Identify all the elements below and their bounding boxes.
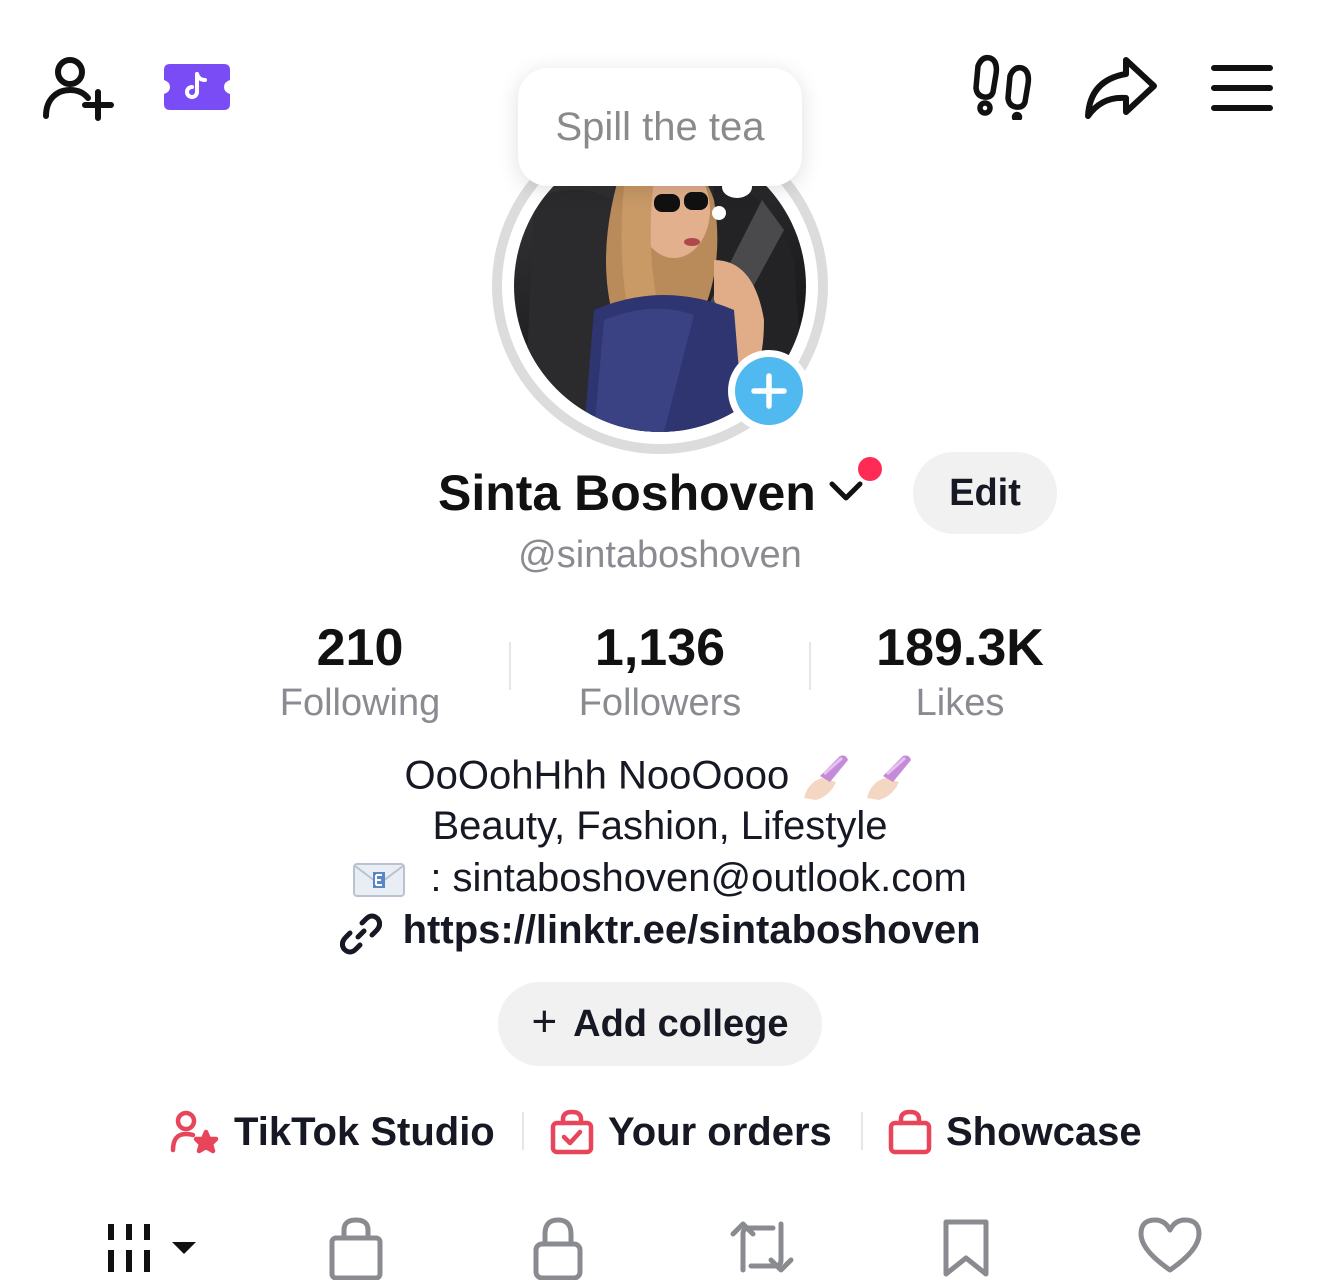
showcase-shortcut[interactable]: Showcase: [888, 1104, 1142, 1160]
stat-value: 210: [316, 619, 404, 677]
tiktok-ticket-button[interactable]: [162, 62, 232, 112]
videos-grid-icon: [104, 1214, 200, 1284]
edit-profile-button[interactable]: Edit: [913, 452, 1057, 534]
profile-prompt-tooltip[interactable]: Spill the tea: [518, 68, 802, 186]
nail-polish-icon: [800, 752, 852, 804]
shortcut-label: Your orders: [608, 1109, 832, 1154]
stat-value: 189.3K: [876, 619, 1044, 677]
bio-email: : sintaboshoven@outlook.com: [430, 856, 967, 900]
shortcut-divider: [861, 1112, 863, 1150]
footprints-icon: [970, 54, 1034, 120]
shortcut-divider: [522, 1112, 524, 1150]
link-icon: [339, 910, 392, 955]
account-switch-chevron[interactable]: [828, 478, 864, 504]
tab-videos[interactable]: [104, 1214, 200, 1284]
tab-private[interactable]: [518, 1214, 598, 1284]
liked-heart-icon: [1137, 1214, 1203, 1284]
stat-label: Likes: [915, 682, 1005, 724]
tiktok-studio-shortcut[interactable]: TikTok Studio: [170, 1104, 495, 1160]
shortcut-label: Showcase: [946, 1109, 1142, 1154]
plus-icon: [751, 373, 787, 409]
stat-value: 1,136: [594, 619, 726, 677]
tooltip-bubble-tail: [722, 176, 752, 198]
bio-link-url: https://linktr.ee/sintaboshoven: [402, 908, 981, 952]
add-friend-button[interactable]: [40, 52, 116, 122]
shortcut-label: TikTok Studio: [234, 1109, 495, 1154]
tab-favorites[interactable]: [926, 1214, 1006, 1284]
private-lock-icon: [528, 1214, 588, 1284]
stat-likes[interactable]: 189.3K Likes: [810, 618, 1110, 726]
stat-label: Following: [279, 682, 441, 724]
add-college-plus: +: [531, 997, 558, 1046]
menu-button[interactable]: [1210, 62, 1274, 114]
profile-handle: @sintaboshoven: [518, 534, 802, 576]
tooltip-text: Spill the tea: [555, 104, 765, 149]
reposts-icon: [729, 1214, 795, 1284]
share-icon: [1084, 54, 1158, 120]
bio-line-3: : sintaboshoven@outlook.com: [200, 856, 1120, 901]
email-envelope-icon: [353, 862, 406, 898]
chevron-down-icon: [828, 478, 864, 504]
add-college-label: Add college: [573, 1002, 789, 1045]
showcase-bag-icon: [888, 1109, 946, 1155]
bio-line-2: Beauty, Fashion, Lifestyle: [432, 804, 888, 848]
add-friend-icon: [40, 52, 116, 122]
favorites-bookmark-icon: [938, 1214, 994, 1284]
add-story-button[interactable]: [728, 350, 810, 432]
tooltip-bubble-tail-small: [712, 206, 726, 220]
shop-bag-icon: [326, 1214, 386, 1284]
tab-shop[interactable]: [316, 1214, 396, 1284]
tab-liked[interactable]: [1130, 1214, 1210, 1284]
bio-line-1: OoOohHhh NooOooo: [200, 752, 1120, 804]
add-college-button[interactable]: + Add college: [498, 982, 822, 1066]
tab-reposts[interactable]: [722, 1214, 802, 1284]
profile-name[interactable]: Sinta Boshoven: [438, 464, 816, 522]
stat-followers[interactable]: 1,136 Followers: [510, 618, 810, 726]
share-profile-button[interactable]: [1084, 54, 1158, 120]
your-orders-shortcut[interactable]: Your orders: [550, 1104, 832, 1160]
tiktok-ticket-icon: [162, 62, 232, 112]
profile-views-button[interactable]: [970, 54, 1034, 120]
orders-bag-icon: [550, 1109, 608, 1155]
bio-text: OoOohHhh NooOooo: [404, 753, 790, 798]
stat-label: Followers: [578, 682, 742, 724]
menu-icon: [1210, 62, 1274, 114]
notification-dot: [858, 457, 882, 481]
stat-following[interactable]: 210 Following: [210, 618, 510, 726]
nail-polish-icon: [863, 752, 915, 804]
bio-link[interactable]: https://linktr.ee/sintaboshoven: [200, 908, 1120, 955]
creator-star-icon: [170, 1110, 234, 1154]
